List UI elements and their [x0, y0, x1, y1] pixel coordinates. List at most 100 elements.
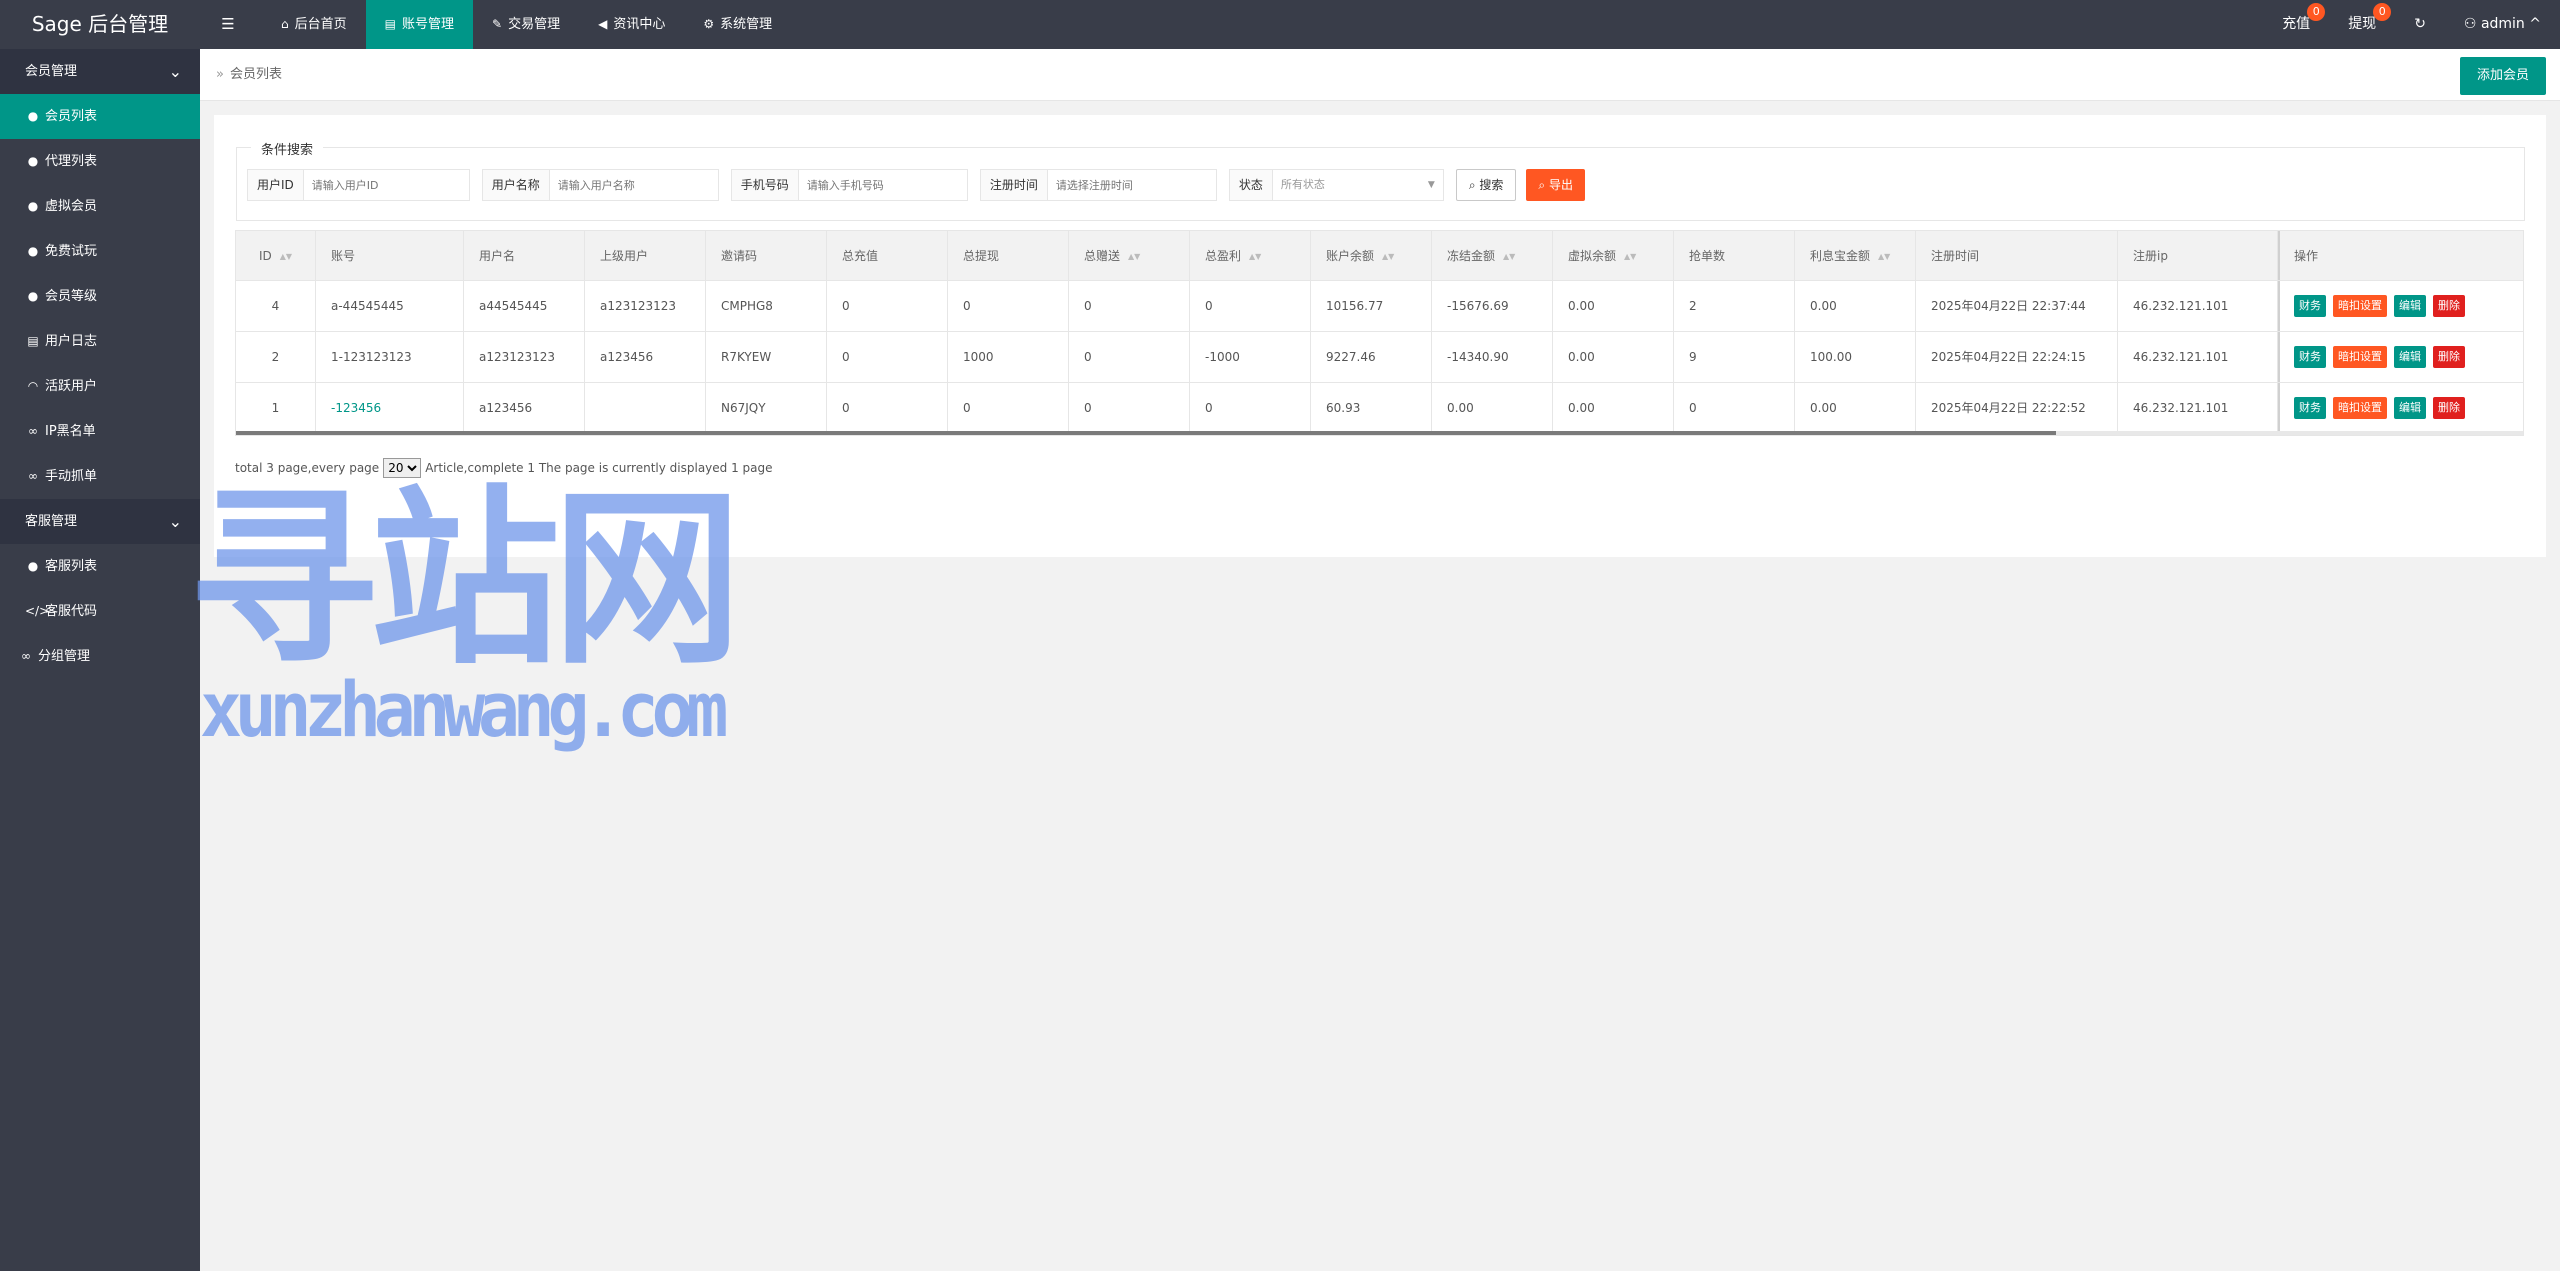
member-list-card: 条件搜索 用户ID 用户名称 手机号码 注册时间 状态所有状态 ▼ ⌕ 搜索 ⌕ …: [214, 115, 2546, 557]
sidebar-item-agent-list[interactable]: ● 代理列表: [0, 139, 200, 184]
column-header-label: 注册时间: [1931, 249, 1980, 263]
list-icon: ▤: [27, 334, 39, 348]
export-button[interactable]: ⌕ 导出: [1526, 169, 1585, 201]
column-header[interactable]: 账户余额 ▲▼: [1311, 231, 1432, 280]
table-cell: 0: [827, 383, 948, 433]
top-nav: ⌂ 后台首页 ▤ 账号管理 ✎ 交易管理 ◀ 资讯中心 ⚙ 系统管理: [262, 0, 791, 49]
sidebar-item-virtual-members[interactable]: ● 虚拟会员: [0, 184, 200, 229]
username-group: 用户名称: [481, 169, 719, 201]
sidebar-group-label: 会员管理: [25, 64, 78, 79]
app-logo[interactable]: Sage 后台管理: [0, 0, 200, 49]
topnav-label: 系统管理: [720, 17, 773, 32]
hidden-deduction-button[interactable]: 暗扣设置: [2333, 397, 2387, 419]
withdraw-link[interactable]: 提现 0: [2329, 0, 2395, 49]
account-link[interactable]: -123456: [331, 401, 381, 415]
table-cell: 60.93: [1311, 383, 1432, 433]
user-menu[interactable]: ⚇ admin ^: [2445, 0, 2560, 49]
topnav-home[interactable]: ⌂ 后台首页: [262, 0, 366, 49]
table-cell: -1000: [1190, 332, 1311, 382]
sidebar-item-ip-blacklist[interactable]: ∞ IP黑名单: [0, 409, 200, 454]
breadcrumb-separator-icon: »: [216, 67, 224, 82]
topnav-label: 账号管理: [401, 17, 454, 32]
column-header[interactable]: 总盈利 ▲▼: [1190, 231, 1311, 280]
column-header-label: 总盈利: [1205, 249, 1242, 263]
finance-button[interactable]: 财务: [2294, 346, 2326, 368]
status-select[interactable]: 所有状态 ▼: [1273, 170, 1443, 200]
regtime-input[interactable]: [1047, 170, 1216, 200]
pager-suffix: Article,complete 1 The page is currently…: [425, 461, 773, 475]
table-cell: 0.00: [1432, 383, 1553, 433]
hidden-deduction-button[interactable]: 暗扣设置: [2333, 295, 2387, 317]
user-icon: ⚇: [2463, 16, 2477, 32]
column-header[interactable]: 总赠送 ▲▼: [1069, 231, 1190, 280]
column-header[interactable]: 虚拟余额 ▲▼: [1553, 231, 1674, 280]
finance-button[interactable]: 财务: [2294, 295, 2326, 317]
sidebar-item-user-log[interactable]: ▤ 用户日志: [0, 319, 200, 364]
table-cell: R7KYEW: [706, 332, 827, 382]
add-member-button[interactable]: 添加会员: [2459, 57, 2546, 95]
column-header-label: 账号: [331, 249, 356, 263]
sidebar-group-members[interactable]: 会员管理 ⌄: [0, 49, 200, 94]
table-cell: CMPHG8: [706, 281, 827, 331]
bullhorn-icon: ◀: [598, 17, 608, 31]
header-right: 充值 0 提现 0 ↻ ⚇ admin ^: [2263, 0, 2560, 49]
page-size-select[interactable]: 20: [383, 458, 422, 478]
sidebar-group-service[interactable]: 客服管理 ⌄: [0, 499, 200, 544]
userid-input[interactable]: [303, 170, 469, 200]
status-value: 所有状态: [1280, 178, 1325, 191]
column-header[interactable]: ID ▲▼: [236, 231, 316, 280]
sidebar-item-active-users[interactable]: ◠ 活跃用户: [0, 364, 200, 409]
users-level-icon: ●: [27, 289, 39, 303]
edit-button[interactable]: 编辑: [2394, 346, 2426, 368]
sidebar-item-service-list[interactable]: ● 客服列表: [0, 544, 200, 589]
sort-icon[interactable]: ▲▼: [1382, 252, 1394, 261]
column-header: 注册时间: [1916, 231, 2118, 280]
topnav-trade[interactable]: ✎ 交易管理: [473, 0, 579, 49]
recharge-link[interactable]: 充值 0: [2263, 0, 2329, 49]
search-button[interactable]: ⌕ 搜索: [1455, 169, 1517, 201]
table-cell: [585, 383, 706, 433]
delete-button[interactable]: 删除: [2433, 295, 2465, 317]
table-cell: 46.232.121.101: [2118, 383, 2278, 433]
topnav-news[interactable]: ◀ 资讯中心: [579, 0, 684, 49]
topnav-account[interactable]: ▤ 账号管理: [365, 0, 473, 49]
sort-icon[interactable]: ▲▼: [1624, 252, 1636, 261]
username-input[interactable]: [549, 170, 718, 200]
sidebar: 会员管理 ⌄ ● 会员列表 ● 代理列表 ● 虚拟会员 ● 免费试玩 ● 会员等级 ▤ 用户日…: [0, 49, 200, 1271]
menu-toggle-icon[interactable]: ☰: [206, 0, 250, 49]
column-header: 上级用户: [585, 231, 706, 280]
column-header[interactable]: 利息宝金额 ▲▼: [1795, 231, 1916, 280]
sort-icon[interactable]: ▲▼: [1503, 252, 1515, 261]
delete-button[interactable]: 删除: [2433, 397, 2465, 419]
table-cell: 10156.77: [1311, 281, 1432, 331]
sidebar-item-label: 代理列表: [45, 154, 98, 169]
sidebar-item-service-code[interactable]: </>客服代码: [0, 589, 200, 634]
topnav-system[interactable]: ⚙ 系统管理: [684, 0, 791, 49]
scrollbar-thumb[interactable]: [236, 431, 2056, 435]
sort-icon[interactable]: ▲▼: [1249, 252, 1261, 261]
row-actions: 财务 暗扣设置 编辑 删除: [2278, 383, 2523, 433]
sidebar-item-label: 手动抓单: [45, 469, 98, 484]
table-cell: 0: [1674, 383, 1795, 433]
sidebar-item-manual-order[interactable]: ∞ 手动抓单: [0, 454, 200, 499]
home-icon: ⌂: [281, 17, 289, 31]
sidebar-item-member-list[interactable]: ● 会员列表: [0, 94, 200, 139]
edit-button[interactable]: 编辑: [2394, 295, 2426, 317]
edit-button[interactable]: 编辑: [2394, 397, 2426, 419]
column-header: 注册ip: [2118, 231, 2278, 280]
sidebar-item-member-level[interactable]: ● 会员等级: [0, 274, 200, 319]
hidden-deduction-button[interactable]: 暗扣设置: [2333, 346, 2387, 368]
delete-button[interactable]: 删除: [2433, 346, 2465, 368]
search-button-label: 搜索: [1479, 178, 1504, 192]
table-cell: 0.00: [1553, 332, 1674, 382]
column-header[interactable]: 冻结金额 ▲▼: [1432, 231, 1553, 280]
horizontal-scrollbar[interactable]: [236, 431, 2523, 435]
phone-input[interactable]: [798, 170, 967, 200]
sort-icon[interactable]: ▲▼: [1878, 252, 1890, 261]
sidebar-item-free-trial[interactable]: ● 免费试玩: [0, 229, 200, 274]
sidebar-item-group-manage[interactable]: ∞ 分组管理: [0, 634, 200, 679]
finance-button[interactable]: 财务: [2294, 397, 2326, 419]
refresh-icon[interactable]: ↻: [2395, 0, 2445, 49]
sort-icon[interactable]: ▲▼: [280, 252, 292, 261]
sort-icon[interactable]: ▲▼: [1128, 252, 1140, 261]
